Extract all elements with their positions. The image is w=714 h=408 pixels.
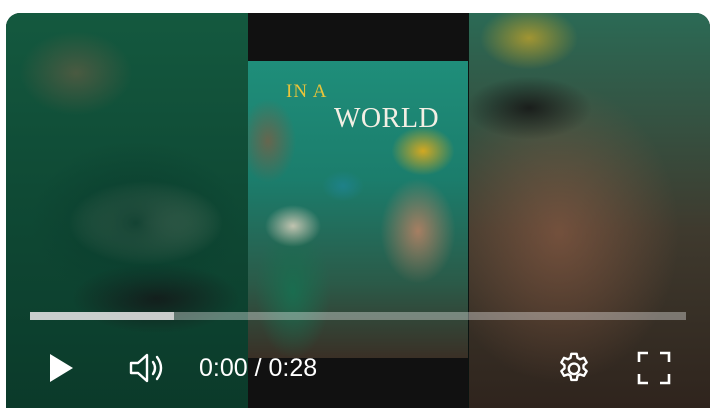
fullscreen-button[interactable] xyxy=(634,347,674,389)
video-title-line2: WORLD xyxy=(334,103,440,134)
duration: 0:28 xyxy=(268,354,318,382)
time-display: 0:00 / 0:28 xyxy=(199,353,317,383)
volume-icon xyxy=(128,351,168,385)
time-separator: / xyxy=(247,354,269,382)
progress-buffered xyxy=(30,312,175,320)
current-time: 0:00 xyxy=(199,354,248,382)
progress-bar[interactable] xyxy=(30,312,686,320)
volume-button[interactable] xyxy=(124,347,172,389)
play-icon xyxy=(47,352,75,384)
settings-button[interactable] xyxy=(552,347,596,389)
play-button[interactable] xyxy=(40,347,82,389)
video-player[interactable]: IN A WORLD 0:00 / 0:28 xyxy=(6,13,710,408)
fullscreen-icon xyxy=(637,351,671,385)
video-title-line1: IN A xyxy=(286,81,328,102)
gear-icon xyxy=(555,349,593,387)
video-frame[interactable]: IN A WORLD xyxy=(248,13,468,408)
